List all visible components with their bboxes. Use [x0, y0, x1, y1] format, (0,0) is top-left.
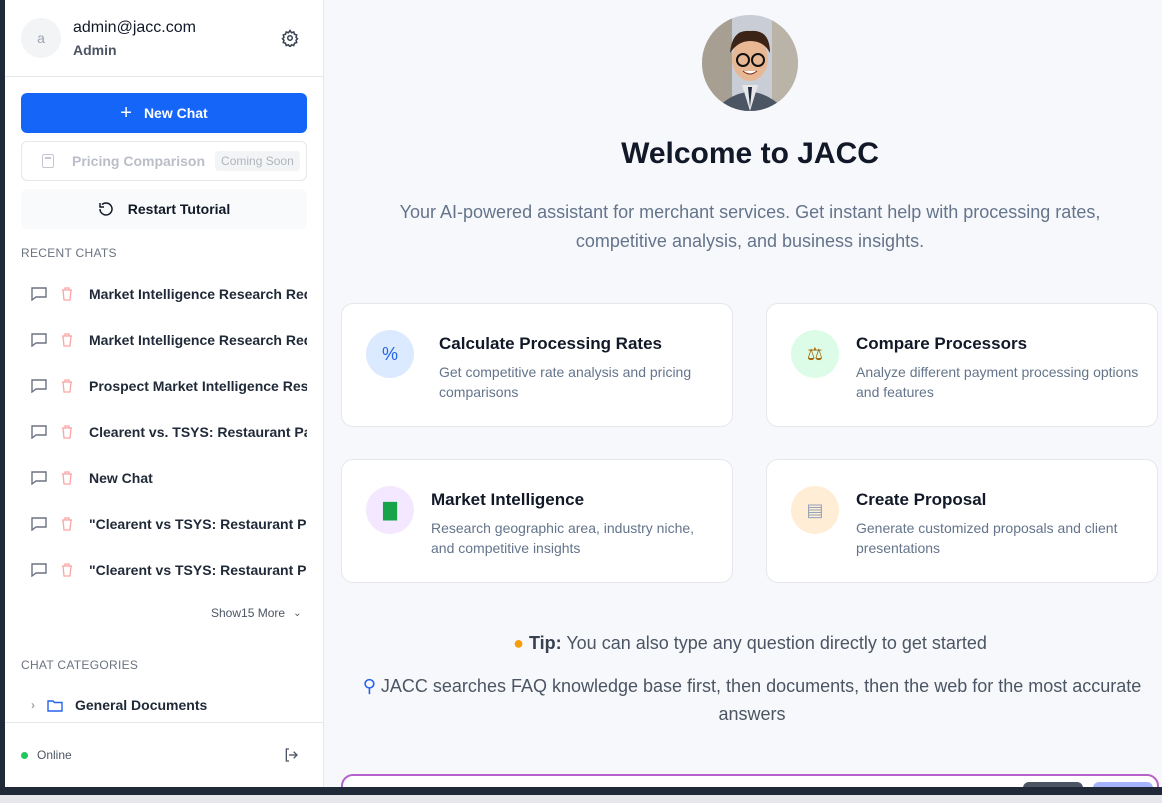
trash-icon[interactable] [61, 471, 73, 485]
market-intelligence-card[interactable]: ▇ Market Intelligence Research geographi… [341, 459, 733, 583]
card-title: Compare Processors [856, 334, 1028, 353]
chat-item[interactable]: Clearent vs. TSYS: Restaurant Paym [21, 409, 309, 455]
chat-item-label: Market Intelligence Research Requ [89, 286, 307, 302]
chat-bubble-icon [31, 379, 47, 393]
chat-bubble-icon [31, 471, 47, 485]
folder-icon [47, 699, 63, 712]
chat-categories-heading: CHAT CATEGORIES [21, 658, 139, 672]
user-profile: a admin@jacc.com Admin [5, 0, 323, 77]
chat-bubble-icon [31, 333, 47, 347]
create-proposal-card[interactable]: ▤ Create Proposal Generate customized pr… [766, 459, 1158, 583]
chat-item-label: "Clearent vs TSYS: Restaurant Paym [89, 562, 307, 578]
bar-chart-icon: ▇ [366, 486, 414, 534]
search-order-text: JACC searches FAQ knowledge base first, … [380, 676, 1142, 724]
magnifier-icon: ⚲ [362, 676, 376, 696]
chevron-down-icon: ⌄ [293, 607, 302, 619]
card-description: Analyze different payment processing opt… [856, 364, 1139, 400]
user-role: Admin [73, 42, 117, 58]
chat-item-label: Prospect Market Intelligence Resea [89, 378, 307, 394]
sidebar-footer: Online [5, 722, 323, 787]
trash-icon[interactable] [61, 517, 73, 531]
main-content: Welcome to JACC Your AI-powered assistan… [324, 0, 1162, 803]
chat-item[interactable]: Prospect Market Intelligence Resea [21, 363, 309, 409]
taskbar-edge [0, 795, 1162, 803]
restart-icon [99, 202, 113, 216]
recent-chats-list: Market Intelligence Research Requ Market… [21, 271, 309, 593]
show-more-prefix: Show [211, 606, 242, 620]
card-title: Market Intelligence [431, 490, 585, 509]
trash-icon[interactable] [61, 425, 73, 439]
recent-chats-heading: RECENT CHATS [21, 246, 117, 260]
chat-item-label: "Clearent vs TSYS: Restaurant Paym [89, 516, 307, 532]
status-text: Online [37, 748, 72, 762]
page-title: Welcome to JACC [621, 137, 879, 170]
new-chat-label: New Chat [143, 105, 208, 121]
chat-item[interactable]: "Clearent vs TSYS: Restaurant Paym [21, 547, 309, 593]
sidebar: a admin@jacc.com Admin + New Chat Pricin… [5, 0, 324, 787]
chat-item[interactable]: "Clearent vs TSYS: Restaurant Paym [21, 501, 309, 547]
compare-processors-card[interactable]: ⚖ Compare Processors Analyze different p… [766, 303, 1158, 427]
trash-icon[interactable] [61, 563, 73, 577]
chat-item-label: Clearent vs. TSYS: Restaurant Paym [89, 424, 307, 440]
trash-icon[interactable] [61, 379, 73, 393]
card-description: Generate customized proposals and client… [856, 520, 1118, 556]
show-more-button[interactable]: Show15 More ⌄ [211, 606, 301, 620]
plus-icon: + [120, 102, 132, 124]
lightbulb-icon: ● [513, 633, 524, 653]
calculator-icon [42, 154, 54, 168]
card-title: Calculate Processing Rates [439, 334, 662, 353]
chat-bubble-icon [31, 287, 47, 301]
category-label: General Documents [75, 697, 208, 713]
avatar[interactable]: a [21, 18, 61, 58]
tip-body: You can also type any question directly … [561, 633, 987, 653]
pricing-comparison-button[interactable]: Pricing Comparison Coming Soon [21, 141, 307, 181]
show-more-count: 15 More [241, 606, 286, 620]
scales-icon: ⚖ [791, 330, 839, 378]
chat-item[interactable]: Market Intelligence Research Requ [21, 271, 309, 317]
new-chat-button[interactable]: + New Chat [21, 93, 307, 133]
document-icon: ▤ [791, 486, 839, 534]
tip-text: ● Tip: You can also type any question di… [324, 633, 1162, 654]
chat-item-label: Market Intelligence Research Requ [89, 332, 307, 348]
search-order-note: ⚲ JACC searches FAQ knowledge base first… [342, 672, 1162, 728]
trash-icon[interactable] [61, 287, 73, 301]
logout-icon[interactable] [283, 747, 299, 763]
user-email: admin@jacc.com [73, 19, 196, 36]
chat-item[interactable]: New Chat [21, 455, 309, 501]
percent-icon: % [366, 330, 414, 378]
calculate-rates-card[interactable]: % Calculate Processing Rates Get competi… [341, 303, 733, 427]
restart-tutorial-label: Restart Tutorial [127, 201, 231, 217]
chat-item-label: New Chat [89, 470, 153, 486]
trash-icon[interactable] [61, 333, 73, 347]
assistant-avatar [702, 15, 798, 111]
chat-bubble-icon [31, 517, 47, 531]
online-status-dot [21, 752, 28, 759]
page-subtitle: Your AI-powered assistant for merchant s… [399, 202, 1101, 251]
gear-icon[interactable] [281, 29, 299, 47]
pricing-comparison-label: Pricing Comparison [72, 153, 206, 169]
tip-label: Tip: [528, 633, 562, 653]
card-description: Research geographic area, industry niche… [431, 520, 695, 556]
coming-soon-badge: Coming Soon [215, 151, 300, 171]
chat-bubble-icon [31, 563, 47, 577]
card-title: Create Proposal [856, 490, 987, 509]
restart-tutorial-button[interactable]: Restart Tutorial [21, 189, 307, 229]
chat-item[interactable]: Market Intelligence Research Requ [21, 317, 309, 363]
category-item[interactable]: › General Documents [31, 697, 207, 713]
card-description: Get competitive rate analysis and pricin… [439, 364, 692, 400]
chevron-right-icon: › [31, 698, 35, 712]
chat-bubble-icon [31, 425, 47, 439]
